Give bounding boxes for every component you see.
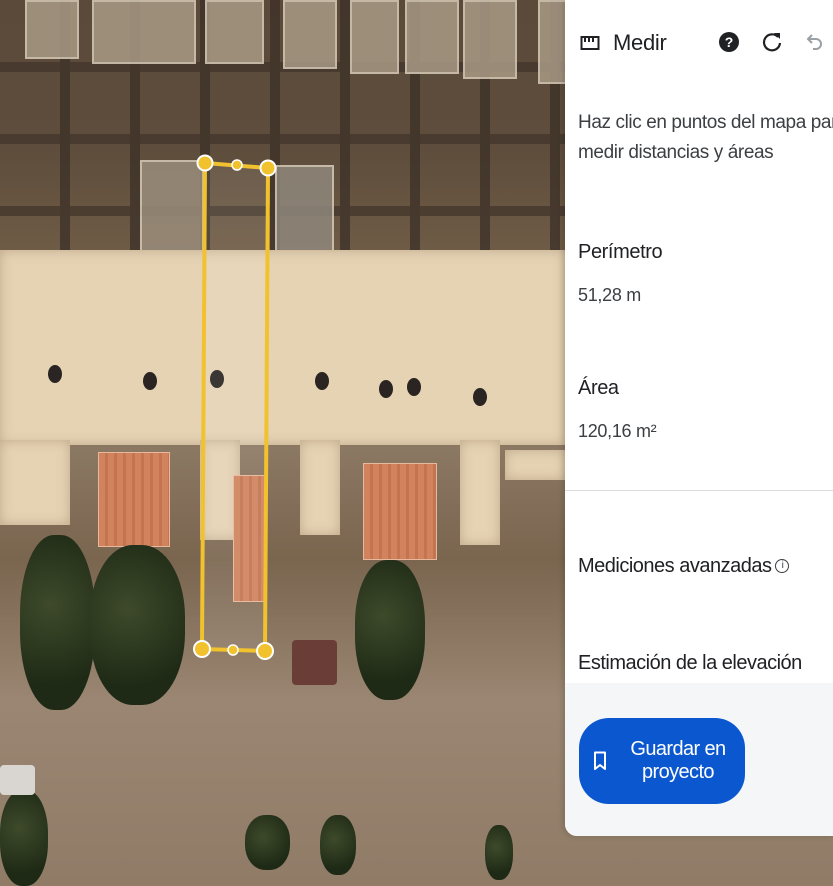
measure-vertex[interactable] — [259, 159, 277, 177]
svg-text:?: ? — [725, 34, 734, 50]
perimeter-value: 51,28 m — [578, 285, 641, 305]
ruler-icon — [580, 36, 600, 50]
save-to-project-label: Guardar en proyecto — [630, 738, 726, 783]
refresh-icon[interactable] — [761, 31, 783, 53]
elevation-estimate-row[interactable]: Estimación de la elevación — [578, 652, 802, 675]
measure-instructions: Haz clic en puntos del mapa para medir d… — [578, 112, 833, 163]
panel-divider — [565, 490, 833, 491]
measure-midpoint[interactable] — [231, 159, 243, 171]
perimeter-label: Perímetro — [578, 241, 663, 263]
panel-footer: Guardar en proyecto — [565, 683, 833, 836]
measure-midpoint[interactable] — [227, 644, 239, 656]
info-icon[interactable]: i — [775, 559, 790, 573]
panel-header: Medir ? — [565, 0, 833, 88]
measure-vertex[interactable] — [193, 640, 211, 658]
save-to-project-button[interactable]: Guardar en proyecto — [579, 718, 745, 804]
advanced-measurements-label: Mediciones avanzadas — [578, 555, 772, 577]
bookmark-icon — [594, 751, 606, 770]
help-icon[interactable]: ? — [718, 31, 740, 53]
area-label: Área — [578, 377, 619, 399]
panel-title: Medir — [613, 30, 667, 55]
area-value: 120,16 m² — [578, 421, 657, 441]
advanced-measurements-row[interactable]: Mediciones avanzadas i — [578, 555, 790, 578]
measure-vertex[interactable] — [256, 642, 274, 660]
measure-vertex[interactable] — [196, 154, 214, 172]
undo-icon[interactable] — [803, 31, 825, 53]
measure-panel: Medir ? Haz clic en puntos del mapa para… — [565, 0, 833, 836]
